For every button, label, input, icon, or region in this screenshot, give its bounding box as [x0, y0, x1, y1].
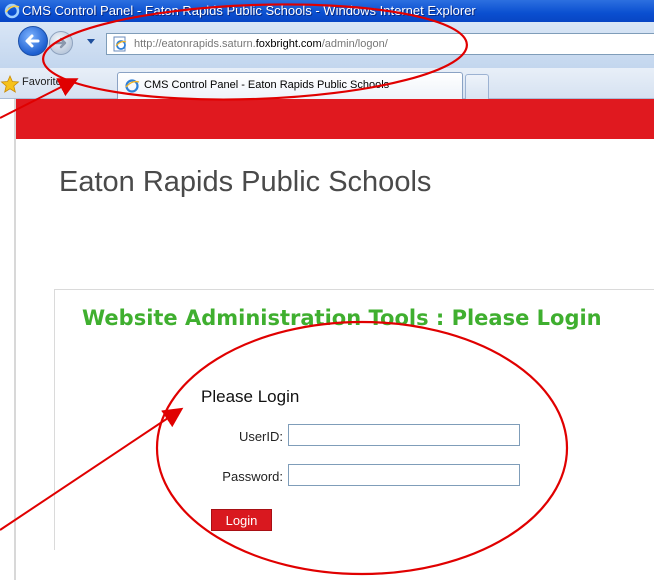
favorites-button[interactable]: Favorites [22, 76, 67, 88]
ie-logo-icon [4, 3, 20, 19]
tab-bar: Favorites CMS Control Panel - Eaton Rapi… [0, 68, 654, 99]
login-button[interactable]: Login [211, 509, 272, 531]
tab-ie-icon [125, 79, 140, 93]
window-title-bar: CMS Control Panel - Eaton Rapids Public … [0, 0, 654, 22]
tab-label: CMS Control Panel - Eaton Rapids Public … [144, 79, 390, 91]
new-tab-button[interactable] [465, 74, 489, 99]
userid-input[interactable] [288, 424, 520, 446]
url-domain: foxbright.com [255, 38, 322, 50]
address-url: http://eatonrapids.saturn.foxbright.com/… [134, 34, 388, 54]
address-bar[interactable]: http://eatonrapids.saturn.foxbright.com/… [106, 33, 654, 55]
page-border [14, 99, 16, 580]
navigation-bar: http://eatonrapids.saturn.foxbright.com/… [0, 22, 654, 68]
favorites-star-icon[interactable] [0, 75, 20, 93]
site-header-band [16, 99, 654, 139]
url-prefix: http://eatonrapids.saturn. [134, 38, 256, 50]
forward-arrow-icon [54, 37, 67, 49]
page-icon [113, 36, 127, 52]
chevron-down-icon[interactable] [86, 36, 96, 46]
login-heading: Please Login [201, 387, 300, 406]
url-path: /admin/logon/ [321, 38, 388, 50]
password-label: Password: [222, 469, 283, 484]
password-input[interactable] [288, 464, 520, 486]
page-left-margin [0, 99, 14, 580]
tab-cms-control-panel[interactable]: CMS Control Panel - Eaton Rapids Public … [117, 72, 463, 99]
admin-heading: Website Administration Tools : Please Lo… [82, 306, 602, 330]
userid-label: UserID: [238, 429, 283, 444]
site-title: Eaton Rapids Public Schools [59, 166, 432, 198]
forward-button[interactable] [49, 31, 73, 55]
back-arrow-icon [25, 34, 40, 48]
back-button[interactable] [18, 26, 48, 56]
window-title: CMS Control Panel - Eaton Rapids Public … [22, 3, 476, 18]
